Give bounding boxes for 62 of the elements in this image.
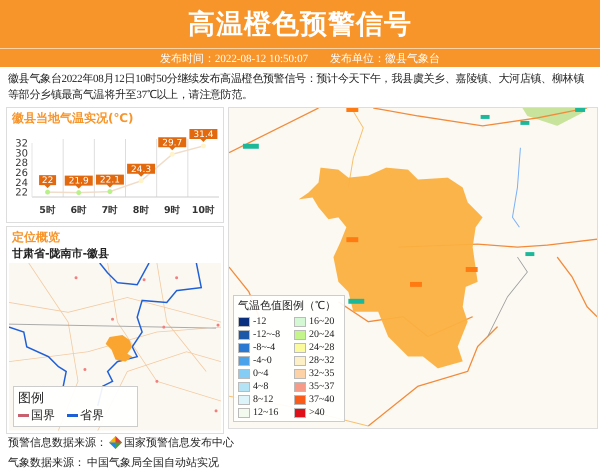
legend-label: 32~35 [309, 368, 334, 379]
data-label: 22.1 [96, 174, 124, 188]
y-tick-label: 22 [15, 188, 28, 199]
legend-label: 28~32 [309, 355, 334, 366]
region-path: 甘肃省-陇南市-徽县 [11, 246, 110, 262]
data-label: 31.4 [193, 130, 214, 140]
legend-label: 20~24 [309, 329, 334, 340]
data-label: 22 [42, 176, 54, 186]
source-name: 国家预警信息发布中心 [124, 435, 234, 450]
legend-label: >40 [309, 407, 325, 418]
legend-label: 12~16 [253, 407, 278, 418]
y-tick-label: 30 [15, 148, 28, 160]
data-label: 31.4 [189, 128, 218, 142]
legend-label: 4~8 [253, 381, 268, 392]
data-label: 29.7 [158, 137, 186, 150]
publisher: 发布单位：徽县气象台 [330, 52, 440, 66]
legend-label: 省界 [80, 406, 104, 424]
y-tick-label: 26 [15, 168, 28, 179]
data-label: 22.1 [100, 176, 120, 186]
x-tick-label: 10时 [192, 205, 216, 216]
data-label: 24.3 [131, 164, 152, 175]
source-name: 中国气象局全国自动站实况 [87, 455, 219, 470]
data-label: 24.3 [127, 164, 156, 177]
warning-description: 徽县气象台2022年08月12日10时50分继续发布高温橙色预警信号：预计今天下午，我县虞关乡、嘉陵镇、大河店镇、柳林镇等部分乡镇最高气温将升至37℃以上，请注意防范。 [8, 72, 586, 103]
data-point [107, 189, 112, 194]
publish-time: 发布时间：2022-08-12 10:50:07 [160, 52, 308, 66]
data-label: 21.9 [68, 176, 90, 187]
panel-title: 定位概览 [10, 229, 61, 246]
data-point [138, 178, 144, 184]
data-point [45, 190, 50, 195]
x-tick-label: 5时 [39, 205, 56, 216]
legend-label: 37~40 [309, 394, 334, 405]
legend-label: -4~0 [253, 355, 272, 366]
legend-label: 8~12 [253, 394, 274, 405]
legend-label: 24~28 [309, 342, 334, 353]
x-tick-label: 9时 [164, 205, 181, 216]
data-point [170, 152, 175, 157]
diamond-logo-icon [109, 436, 122, 449]
source-label: 气象数据来源： [8, 455, 85, 470]
source-label: 预警信息数据来源： [8, 435, 107, 450]
data-label: 29.7 [162, 138, 182, 148]
legend-label: -12~-8 [253, 329, 280, 340]
panel-title: 徽县当地气温实况(℃) [10, 110, 134, 127]
data-label: 21.9 [64, 176, 93, 189]
legend-label: -8~-4 [253, 342, 276, 353]
y-tick-label: 32 [15, 138, 28, 150]
legend-label: 国界 [31, 406, 55, 424]
legend-label: 16~20 [309, 316, 334, 327]
x-tick-label: 7时 [102, 205, 118, 216]
page-title: 高温橙色预警信号 [188, 8, 412, 42]
x-tick-label: 8时 [132, 205, 150, 216]
legend-label: 35~37 [309, 381, 334, 392]
data-label: 22 [39, 175, 56, 188]
legend-title: 气温色值图例（℃） [238, 299, 337, 313]
legend-label: -12 [253, 316, 266, 327]
x-tick-label: 6时 [70, 205, 88, 216]
y-tick-label: 28 [15, 158, 28, 170]
legend-title: 图例 [18, 390, 45, 407]
data-point [76, 190, 82, 196]
legend-label: 0~4 [253, 368, 268, 379]
y-tick-label: 24 [15, 178, 28, 189]
data-point [200, 143, 206, 148]
